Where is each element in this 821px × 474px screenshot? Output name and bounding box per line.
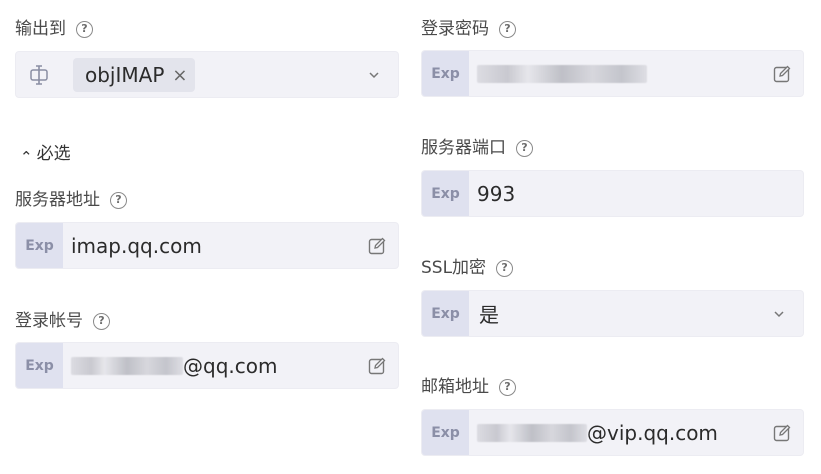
edit-icon[interactable] <box>368 357 386 375</box>
chevron-down-icon[interactable] <box>773 308 785 320</box>
password-label-row: 登录密码 ? <box>421 17 516 41</box>
ssl-value[interactable]: 是 <box>479 291 499 336</box>
exp-prefix[interactable]: Exp <box>422 291 469 336</box>
help-icon[interactable]: ? <box>499 20 516 38</box>
help-icon[interactable]: ? <box>499 378 516 396</box>
chevron-up-icon: ⌃ <box>20 147 33 166</box>
redacted-password <box>477 64 647 83</box>
chevron-down-icon[interactable] <box>368 69 380 81</box>
help-icon[interactable]: ? <box>110 191 127 209</box>
edit-icon[interactable] <box>773 424 791 442</box>
password-value[interactable] <box>477 51 647 96</box>
account-field[interactable]: Exp @qq.com <box>15 342 399 389</box>
output-label-row: 输出到 ? <box>15 17 93 41</box>
server-address-value[interactable]: imap.qq.com <box>71 223 202 268</box>
required-section-toggle[interactable]: ⌃ 必选 <box>20 142 71 166</box>
edit-icon[interactable] <box>368 237 386 255</box>
output-target-icon <box>28 64 52 86</box>
output-select[interactable]: objIMAP × <box>15 51 399 98</box>
ssl-label-row: SSL加密 ? <box>421 256 514 280</box>
mailbox-domain: @vip.qq.com <box>587 420 718 445</box>
account-label-row: 登录帐号 ? <box>15 309 110 333</box>
mailbox-field[interactable]: Exp @vip.qq.com <box>421 409 804 456</box>
server-address-label-row: 服务器地址 ? <box>15 188 127 212</box>
help-icon[interactable]: ? <box>496 259 514 277</box>
ssl-label: SSL加密 <box>421 258 487 278</box>
password-field[interactable]: Exp <box>421 50 804 97</box>
tag-close-icon[interactable]: × <box>172 65 187 86</box>
help-icon[interactable]: ? <box>516 139 533 157</box>
account-value[interactable]: @qq.com <box>71 343 277 388</box>
edit-icon[interactable] <box>773 65 791 83</box>
output-tag[interactable]: objIMAP × <box>73 58 196 92</box>
help-icon[interactable]: ? <box>76 20 93 38</box>
help-icon[interactable]: ? <box>93 312 110 330</box>
exp-prefix[interactable]: Exp <box>422 171 469 216</box>
exp-prefix[interactable]: Exp <box>422 410 469 455</box>
mailbox-label: 邮箱地址 <box>421 377 489 397</box>
mailbox-value[interactable]: @vip.qq.com <box>477 410 718 455</box>
port-value[interactable]: 993 <box>477 171 515 216</box>
password-label: 登录密码 <box>421 19 489 39</box>
exp-prefix[interactable]: Exp <box>16 343 63 388</box>
exp-prefix[interactable]: Exp <box>422 51 469 96</box>
redacted-mailbox-name <box>477 423 587 442</box>
output-label: 输出到 <box>15 19 66 39</box>
required-section-label: 必选 <box>36 144 71 164</box>
server-address-label: 服务器地址 <box>15 190 100 210</box>
mailbox-label-row: 邮箱地址 ? <box>421 375 516 399</box>
port-label: 服务器端口 <box>421 138 506 158</box>
output-tag-label: objIMAP <box>85 63 165 87</box>
server-address-field[interactable]: Exp imap.qq.com <box>15 222 399 269</box>
account-label: 登录帐号 <box>15 311 83 331</box>
port-field[interactable]: Exp 993 <box>421 170 804 217</box>
account-domain: @qq.com <box>183 353 278 378</box>
redacted-account-name <box>71 356 183 375</box>
port-label-row: 服务器端口 ? <box>421 136 533 160</box>
ssl-select[interactable]: Exp 是 <box>421 290 804 337</box>
exp-prefix[interactable]: Exp <box>16 223 63 268</box>
